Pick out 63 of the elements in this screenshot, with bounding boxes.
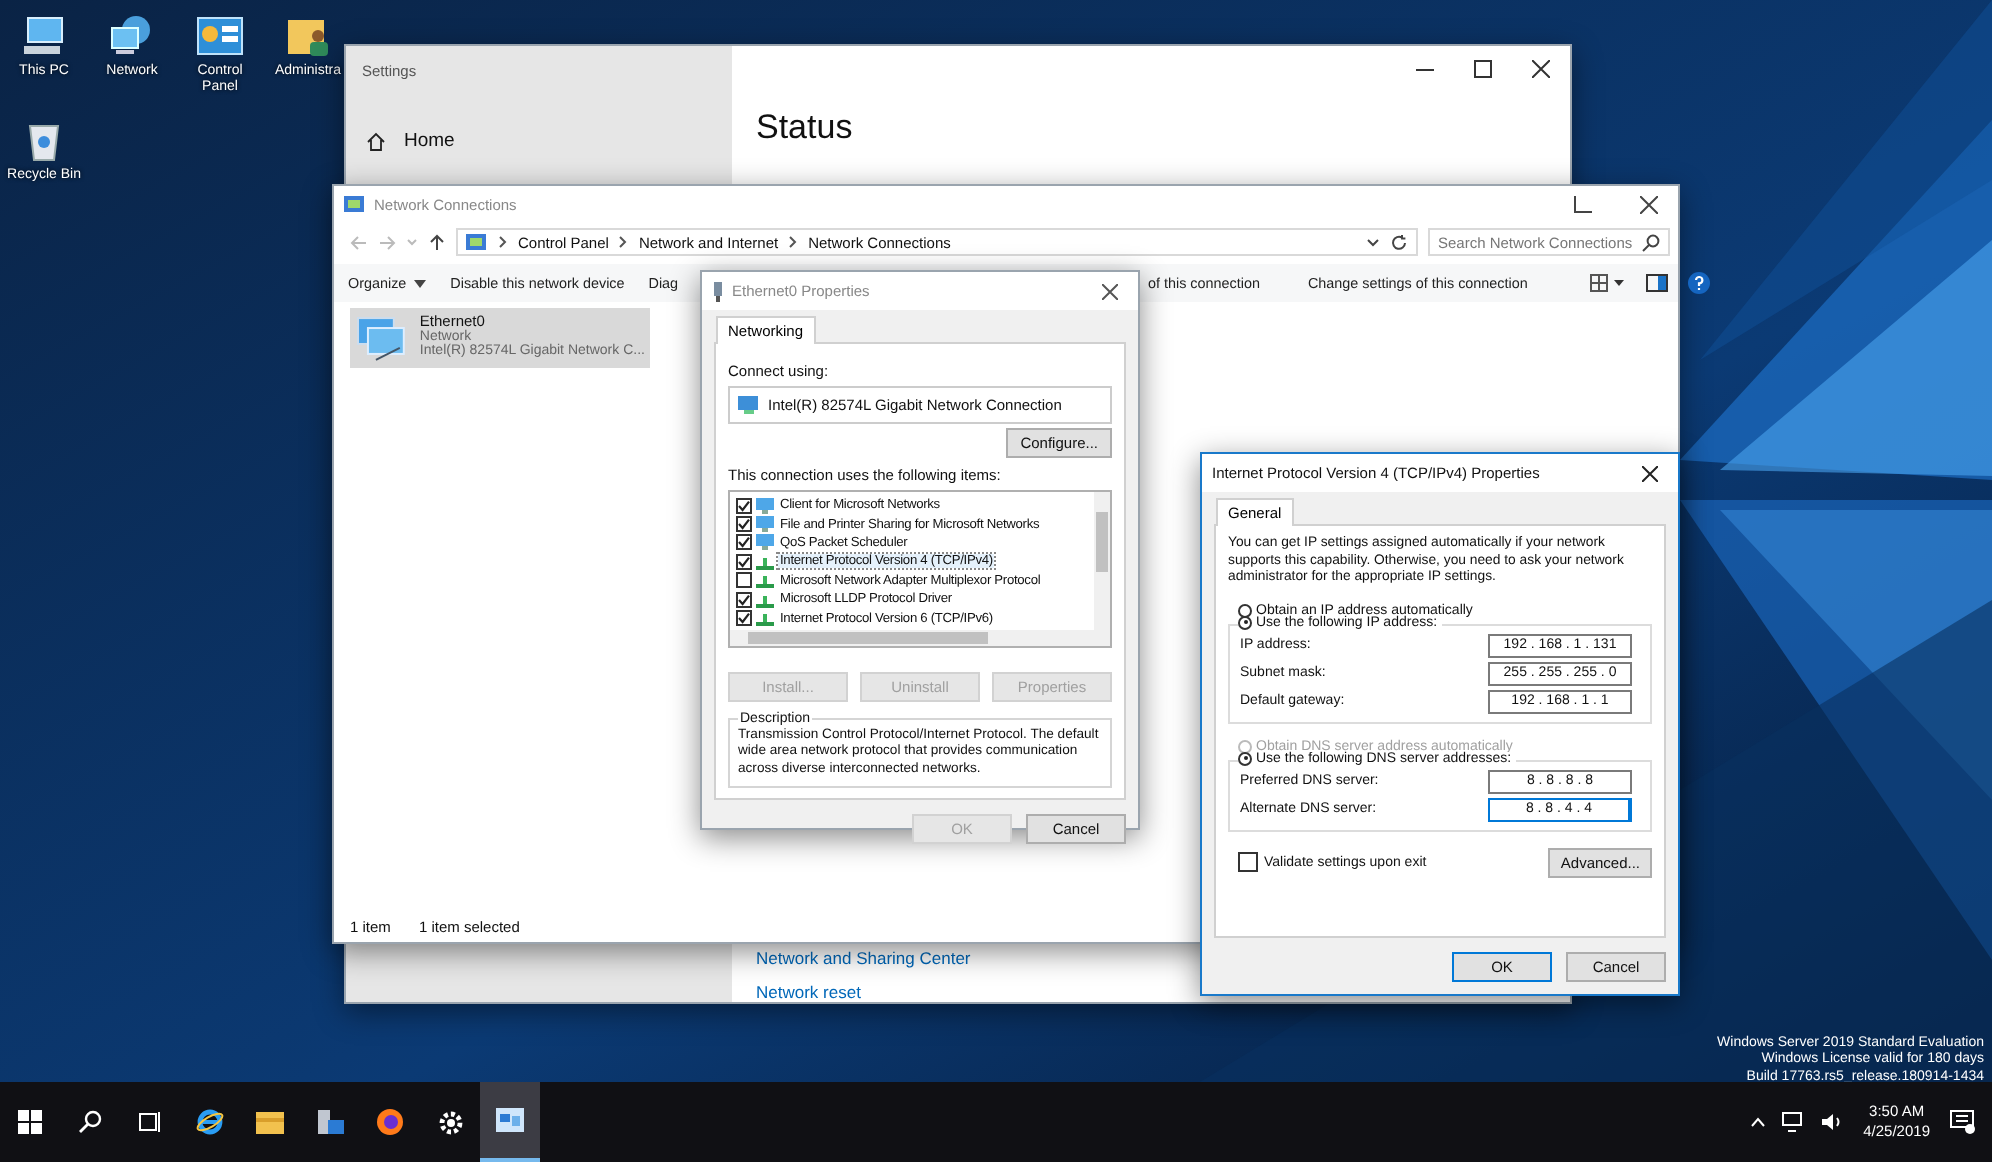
volume-icon[interactable] [1821,1112,1844,1132]
task-view-icon [138,1110,162,1134]
start-icon [18,1110,42,1134]
monitor-icon [756,534,774,551]
checkbox[interactable] [736,497,752,514]
checkbox[interactable] [736,516,752,533]
checkbox[interactable] [736,610,752,627]
settings-link[interactable]: Network reset [756,983,861,1000]
checkbox[interactable] [1238,852,1258,873]
notification-icon[interactable] [1950,1110,1976,1134]
home-icon[interactable] [366,131,386,151]
close-icon[interactable] [1640,196,1658,214]
chevron-right-icon[interactable] [618,236,629,248]
checkbox[interactable] [736,534,752,551]
network-adapter-icon [356,312,408,364]
checkbox[interactable] [736,553,752,570]
chevron-down-icon[interactable] [1366,236,1380,248]
settings-icon [437,1109,463,1135]
radio-button[interactable] [1238,751,1252,766]
preview-pane-icon[interactable] [1645,274,1668,292]
chevron-right-icon[interactable] [788,236,799,248]
network-icon[interactable] [1781,1112,1806,1132]
network-adapter-icon [738,396,760,414]
scrollbar[interactable] [1094,492,1110,630]
home-link[interactable]: Home [404,130,455,152]
protocol-icon [756,591,774,608]
network-icon[interactable] [108,12,156,60]
folder-icon [256,1110,284,1134]
radio-button[interactable] [1238,603,1252,618]
refresh-icon[interactable] [1390,233,1408,251]
network-folder-icon [466,231,488,253]
help-icon[interactable] [1687,272,1710,294]
network-window-icon [496,1108,524,1132]
server-manager-icon [316,1108,344,1136]
protocol-icon [756,610,774,627]
close-icon[interactable] [1102,283,1118,299]
caret-icon [414,279,427,287]
close-icon[interactable] [1532,60,1550,78]
protocol-icon [756,572,774,589]
search-icon [1642,233,1660,251]
page-heading: Status [756,108,855,148]
monitor-icon [756,497,774,514]
chevron-right-icon[interactable] [498,236,508,248]
maximize-icon[interactable] [1474,60,1492,78]
checkbox[interactable] [736,591,752,608]
radio-button[interactable] [1238,615,1252,630]
up-icon[interactable] [428,233,446,251]
protocol-icon [756,553,774,570]
view-options-icon[interactable] [1589,273,1626,293]
search-icon [78,1110,102,1134]
chevron-up-icon[interactable] [1749,1116,1766,1128]
control-panel-icon[interactable] [196,12,244,60]
taskbar-button[interactable] [480,1082,540,1162]
checkbox[interactable] [736,572,752,589]
computer-icon[interactable] [20,12,68,60]
close-icon[interactable] [1642,465,1658,481]
adapter-icon [712,281,724,301]
network-folder-icon [344,194,366,216]
monitor-icon [756,516,774,533]
browser-icon [376,1108,404,1136]
settings-link[interactable]: Network and Sharing Center [756,950,971,967]
scrollbar[interactable] [730,629,1110,646]
browser-icon [196,1108,224,1136]
